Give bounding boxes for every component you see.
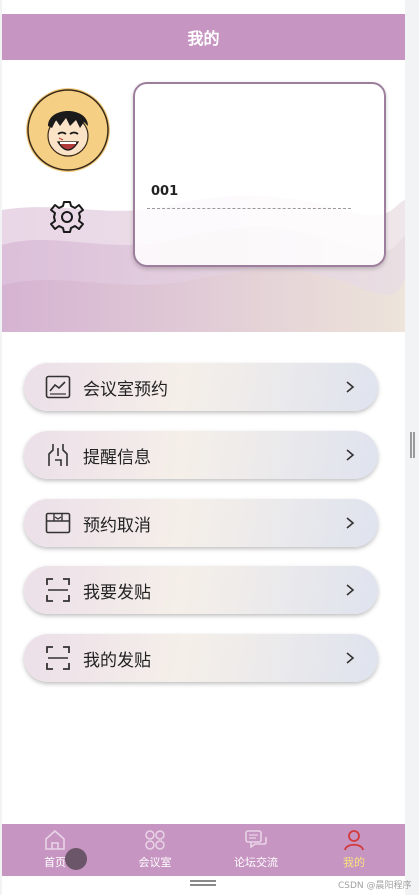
page-title: 我的 bbox=[2, 14, 405, 60]
menu-item-label: 我的发贴 bbox=[83, 650, 151, 671]
home-indicator[interactable] bbox=[190, 880, 216, 886]
profile-section: 001 bbox=[2, 60, 405, 332]
menu-item-new-post[interactable]: 我要发贴 bbox=[24, 566, 378, 614]
app-screen: 我的 001 会议室预约 提醒信息 预约取消 我要发贴 我的发贴 首页 会议室 … bbox=[2, 0, 405, 895]
menu-item-cancel-booking[interactable]: 预约取消 bbox=[24, 499, 378, 547]
tab-label: 我的 bbox=[343, 856, 365, 869]
tab-label: 首页 bbox=[44, 856, 66, 869]
reminder-icon bbox=[48, 444, 68, 466]
bottom-tab-bar: 首页 会议室 论坛交流 我的 bbox=[2, 824, 405, 876]
user-id: 001 bbox=[151, 184, 179, 199]
resize-handle[interactable] bbox=[410, 432, 415, 458]
home-icon bbox=[45, 829, 65, 850]
menu-item-label: 提醒信息 bbox=[83, 447, 151, 468]
card-divider bbox=[147, 208, 351, 209]
scan-frame-icon bbox=[46, 646, 70, 670]
chevron-right-icon bbox=[346, 449, 355, 461]
floating-assistant-dot[interactable] bbox=[65, 848, 87, 870]
menu-item-label: 会议室预约 bbox=[83, 379, 168, 400]
menu-item-label: 我要发贴 bbox=[83, 582, 151, 603]
tab-label: 会议室 bbox=[138, 856, 172, 869]
menu-item-meeting-booking[interactable]: 会议室预约 bbox=[24, 363, 378, 411]
user-info-card: 001 bbox=[133, 82, 386, 267]
avatar[interactable] bbox=[26, 88, 110, 172]
page-title-text: 我的 bbox=[187, 29, 220, 48]
tab-forum[interactable]: 论坛交流 bbox=[224, 824, 288, 876]
settings-gear-icon[interactable] bbox=[48, 198, 86, 236]
menu-item-label: 预约取消 bbox=[83, 515, 151, 536]
chevron-right-icon bbox=[346, 517, 355, 529]
tab-meeting-rooms[interactable]: 会议室 bbox=[130, 824, 180, 876]
user-icon bbox=[344, 830, 364, 851]
chevron-right-icon bbox=[346, 652, 355, 664]
menu-item-reminders[interactable]: 提醒信息 bbox=[24, 431, 378, 479]
avatar-luffy-icon bbox=[26, 88, 110, 172]
tab-label: 论坛交流 bbox=[234, 856, 278, 869]
chat-icon bbox=[245, 830, 267, 849]
tab-profile[interactable]: 我的 bbox=[334, 824, 374, 876]
chevron-right-icon bbox=[346, 584, 355, 596]
chevron-right-icon bbox=[346, 381, 355, 393]
box-cancel-icon bbox=[45, 512, 71, 534]
menu-item-my-posts[interactable]: 我的发贴 bbox=[24, 634, 378, 682]
chart-line-icon bbox=[45, 375, 71, 399]
scan-frame-icon bbox=[46, 578, 70, 602]
watermark: CSDN @晨阳程序 bbox=[338, 881, 412, 891]
grid-icon bbox=[145, 830, 165, 850]
